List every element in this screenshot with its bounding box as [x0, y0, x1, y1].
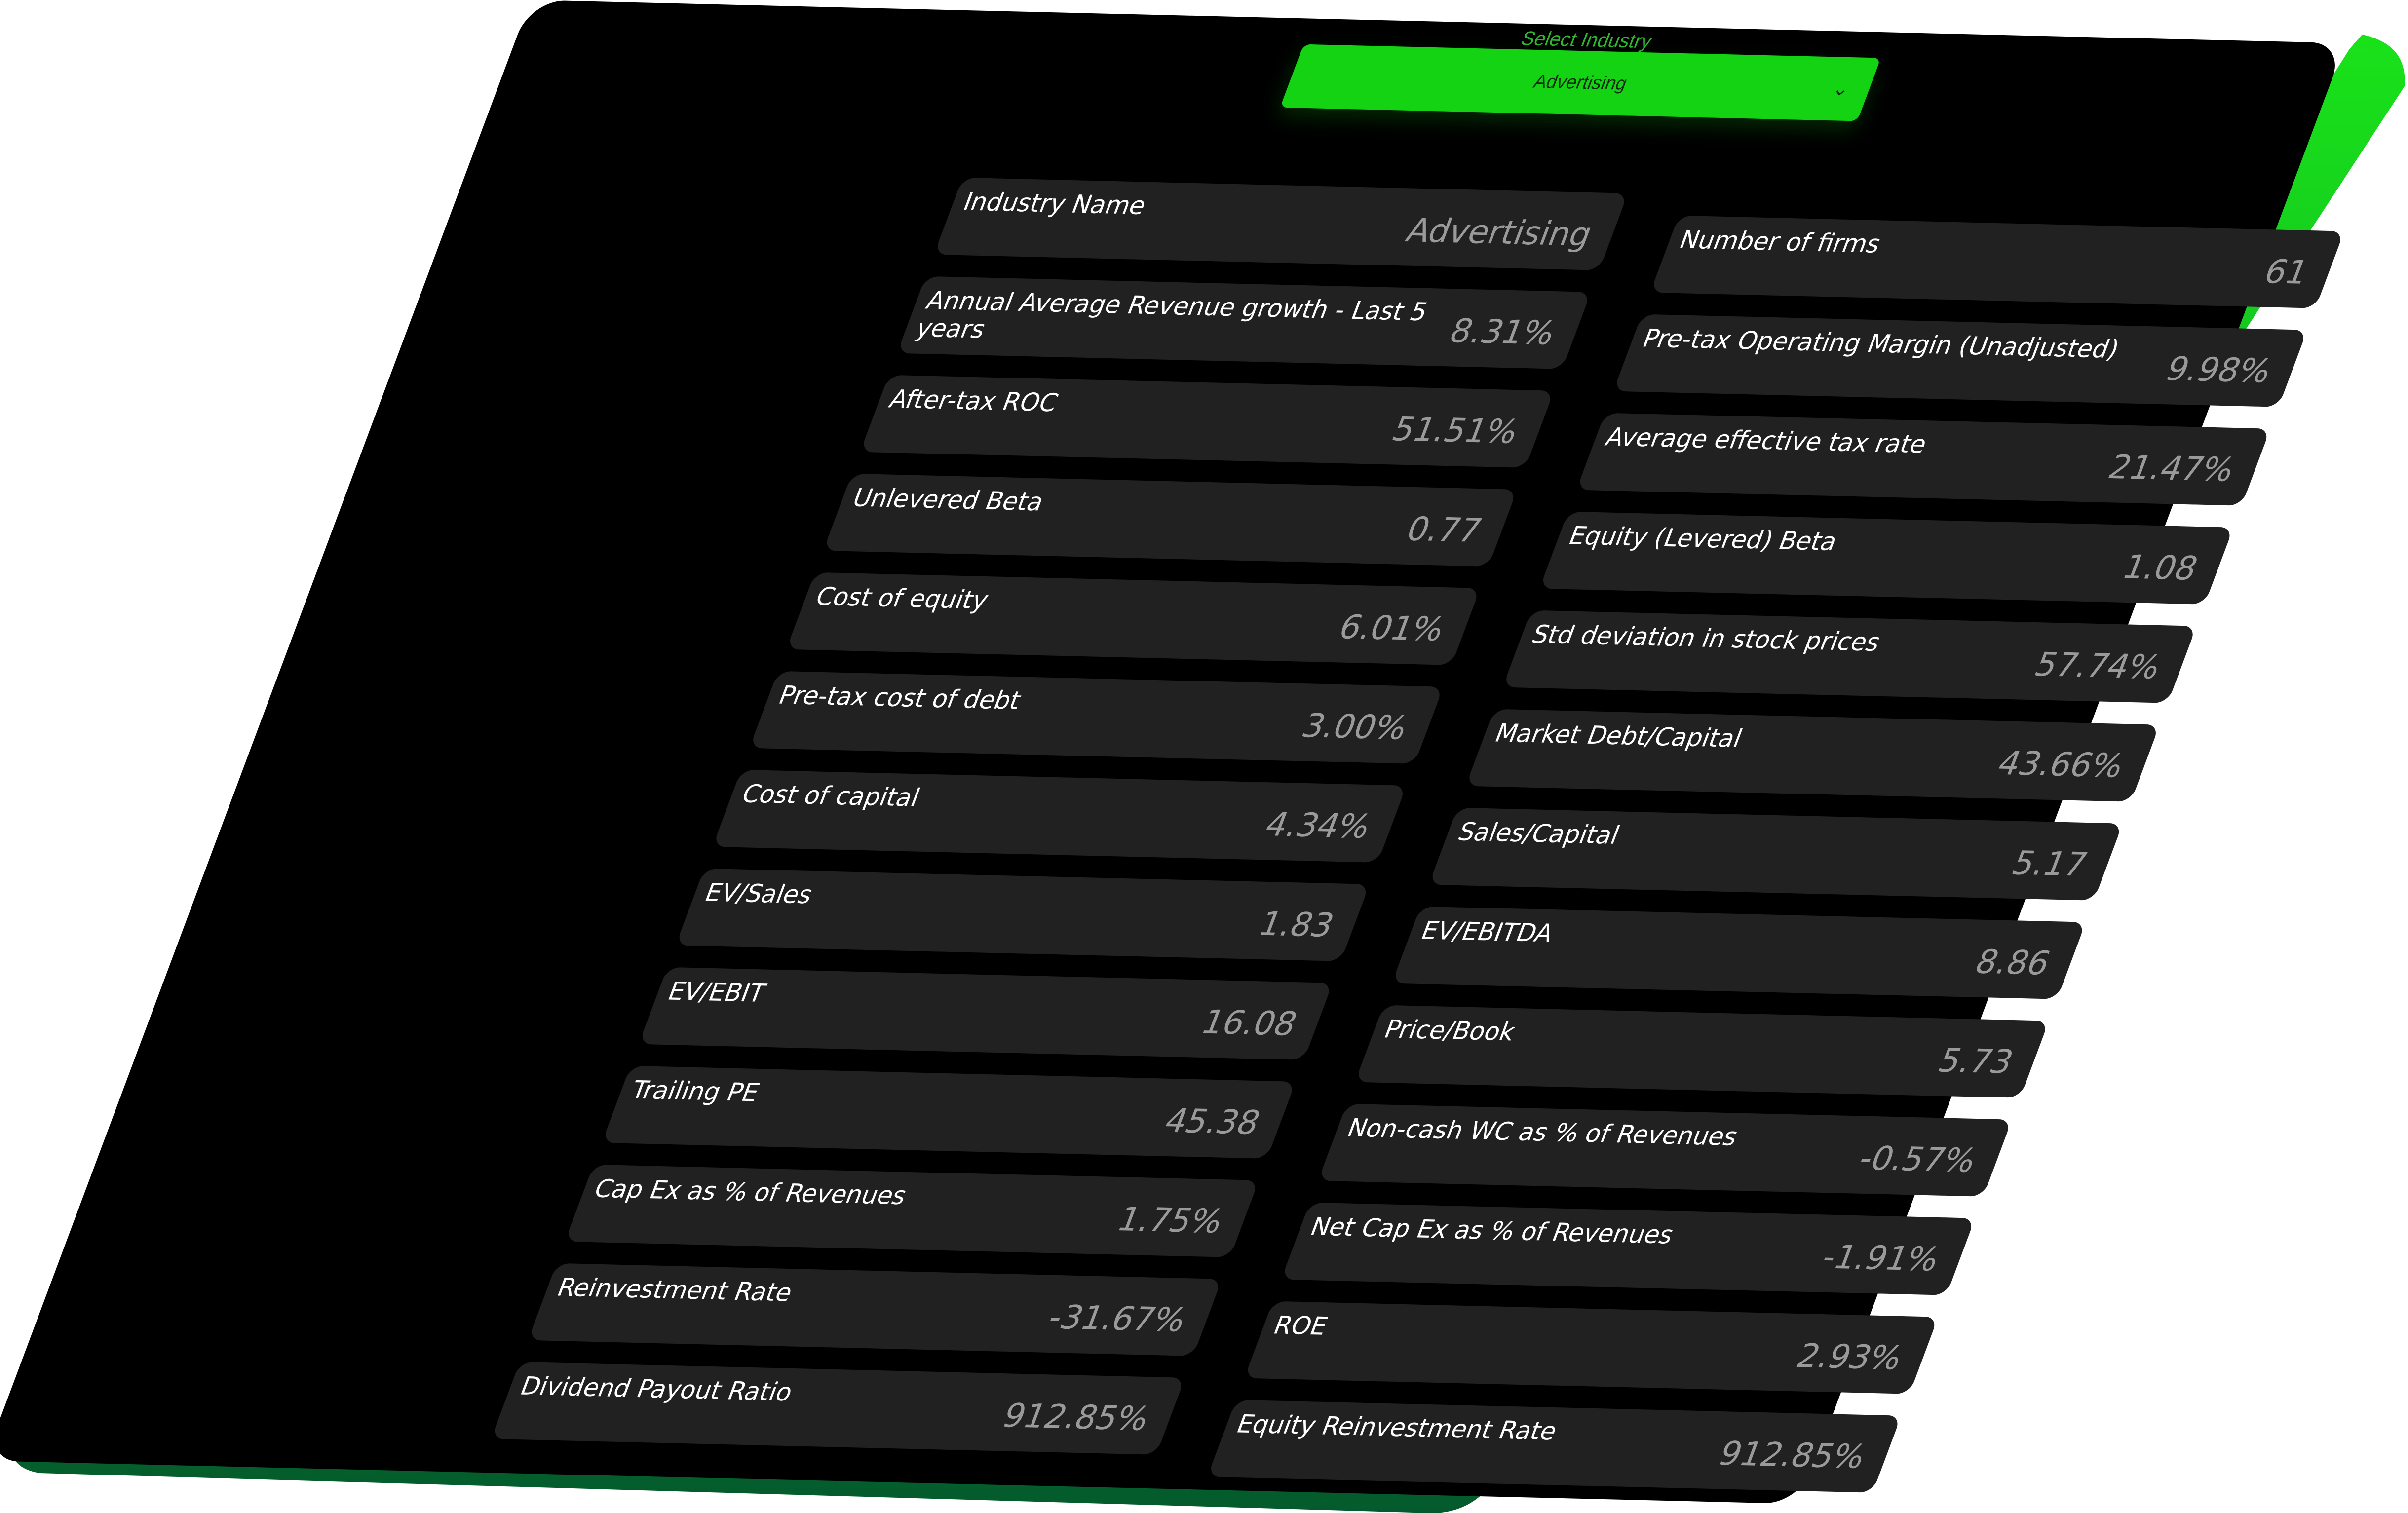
metric-label: Cap Ex as % of Revenues: [590, 1174, 911, 1210]
metric-label: Pre-tax cost of debt: [774, 681, 1026, 715]
metric-label: Unlevered Beta: [848, 483, 1048, 517]
metric-value: 2.93%: [1791, 1336, 1909, 1377]
metric-label: Equity (Levered) Beta: [1565, 521, 1842, 557]
metric-value: 5.73: [1933, 1041, 2019, 1081]
metric-card: Reinvestment Rate -31.67%: [528, 1263, 1222, 1356]
metric-label: Average effective tax rate: [1602, 422, 1931, 459]
metric-value: 0.77: [1401, 510, 1488, 550]
metric-value: 43.66%: [1992, 744, 2130, 785]
metric-value: Advertising: [1401, 211, 1598, 254]
industry-select-value: Advertising: [1530, 71, 1631, 94]
metric-value: 8.86: [1970, 943, 2056, 983]
metric-value: 6.01%: [1333, 607, 1451, 648]
metric-label: Annual Average Revenue growth - Last 5 y…: [912, 286, 1432, 344]
metric-value: 9.98%: [2160, 349, 2278, 390]
metric-label: After-tax ROC: [885, 384, 1063, 417]
metric-card: Cost of capital 4.34%: [712, 769, 1407, 863]
metric-value: 21.47%: [2103, 448, 2241, 489]
metric-card: Average effective tax rate 21.47%: [1576, 413, 2271, 506]
metric-label: Pre-tax Operating Margin (Unadjusted): [1638, 324, 2124, 364]
metric-label: EV/EBITDA: [1417, 916, 1558, 948]
metric-card: ROE 2.93%: [1244, 1301, 1939, 1394]
metric-card: Trailing PE 45.38: [602, 1065, 1296, 1159]
metric-card: EV/EBIT 16.08: [638, 967, 1333, 1060]
metric-value: 61: [2258, 252, 2314, 292]
metric-label: EV/Sales: [701, 878, 817, 909]
metric-label: Cost of capital: [737, 779, 924, 812]
metric-label: Dividend Payout Ratio: [516, 1371, 797, 1407]
metric-label: Cost of equity: [811, 582, 993, 615]
metric-card: Pre-tax Operating Margin (Unadjusted) 9.9…: [1613, 314, 2307, 407]
metric-value: -31.67%: [1043, 1298, 1192, 1339]
metric-value: 1.75%: [1112, 1200, 1229, 1241]
metric-value: 4.34%: [1260, 805, 1377, 846]
metric-label: Reinvestment Rate: [553, 1273, 797, 1307]
metric-label: Market Debt/Capital: [1491, 719, 1747, 753]
metric-value: 1.08: [2117, 548, 2204, 588]
metric-label: ROE: [1269, 1311, 1332, 1341]
metric-value: 57.74%: [2029, 645, 2167, 686]
metric-card: Price/Book 5.73: [1355, 1005, 2049, 1098]
metric-card: Number of firms 61: [1650, 215, 2344, 308]
metric-card: Net Cap Ex as % of Revenues -1.91%: [1281, 1202, 1975, 1295]
metric-card: Cap Ex as % of Revenues 1.75%: [565, 1164, 1259, 1257]
metric-label: Industry Name: [959, 187, 1151, 221]
metric-card: EV/Sales 1.83: [675, 868, 1370, 961]
metric-card: Unlevered Beta 0.77: [823, 473, 1518, 567]
metric-value: 8.31%: [1444, 311, 1561, 352]
metric-label: EV/EBIT: [664, 977, 770, 1008]
metric-label: Std deviation in stock prices: [1528, 620, 1885, 657]
metric-value: 3.00%: [1297, 706, 1414, 747]
metric-value: 51.51%: [1386, 410, 1525, 451]
metric-value: -0.57%: [1853, 1139, 1982, 1180]
metric-value: 16.08: [1196, 1003, 1303, 1043]
metric-value: 45.38: [1159, 1101, 1266, 1142]
metric-card: Pre-tax cost of debt 3.00%: [749, 671, 1444, 764]
metric-label: Equity Reinvestment Rate: [1232, 1409, 1562, 1446]
metric-value: 912.85%: [1713, 1434, 1872, 1476]
metric-card: Equity Reinvestment Rate 912.85%: [1207, 1400, 1902, 1493]
metric-value: 1.83: [1253, 905, 1340, 945]
metrics-grid: Industry Name Advertising Number of firms 6…: [491, 177, 2344, 1493]
metric-card: Market Debt/Capital 43.66%: [1465, 709, 2160, 802]
metric-value: -1.91%: [1816, 1238, 1946, 1279]
metric-card: After-tax ROC 51.51%: [860, 375, 1554, 468]
industry-metrics-view: Select Industry Advertising ⌄ Industry N…: [0, 0, 2408, 1513]
metric-card: Non-cash WC as % of Revenues -0.57%: [1318, 1103, 2012, 1197]
metric-card: Industry Name Advertising: [934, 177, 1628, 270]
metric-value: 5.17: [2006, 844, 2093, 884]
metric-card: Annual Average Revenue growth - Last 5 y…: [897, 276, 1591, 369]
metric-card: Sales/Capital 5.17: [1428, 807, 2123, 901]
metric-card: Equity (Levered) Beta 1.08: [1539, 511, 2234, 605]
metric-card: EV/EBITDA 8.86: [1391, 906, 2086, 999]
metric-label: Sales/Capital: [1454, 817, 1624, 850]
metric-label: Number of firms: [1675, 225, 1885, 259]
metric-value: 912.85%: [997, 1396, 1155, 1438]
metric-label: Trailing PE: [627, 1075, 764, 1107]
metric-label: Net Cap Ex as % of Revenues: [1306, 1212, 1678, 1249]
metric-label: Non-cash WC as % of Revenues: [1343, 1113, 1743, 1151]
industry-select[interactable]: Advertising ⌄: [1280, 44, 1881, 121]
metric-label: Price/Book: [1380, 1015, 1520, 1047]
metric-card: Std deviation in stock prices 57.74%: [1502, 610, 2197, 703]
metric-card: Cost of equity 6.01%: [786, 572, 1481, 665]
metric-card: Dividend Payout Ratio 912.85%: [491, 1362, 1185, 1455]
